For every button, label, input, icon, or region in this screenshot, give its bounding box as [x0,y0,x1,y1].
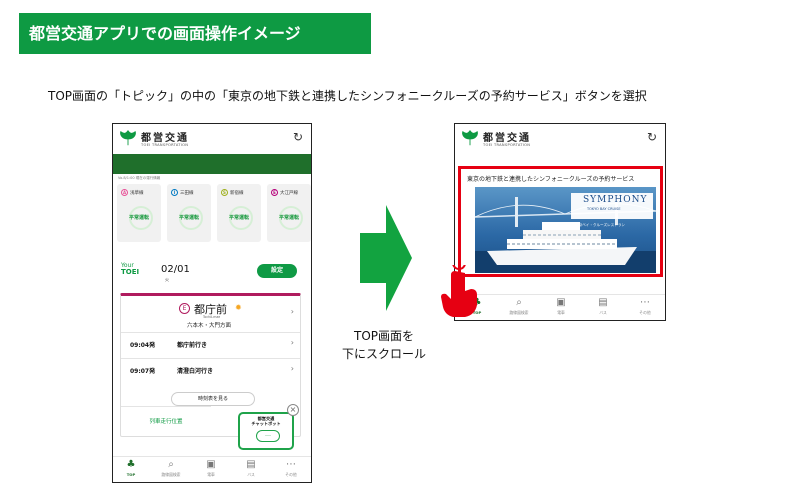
line-name: 浅草線 [130,191,144,196]
tap-hand-icon [441,265,477,317]
your-toei-label: Your TOEI [121,263,140,276]
tab-bus[interactable]: ▤ バス [233,459,269,478]
header-bar [113,154,311,174]
ginkgo-logo-icon [462,129,478,146]
lines-caption: Vo.8/1:00 現在の運行情報 [118,176,161,180]
tab-bar: ♣ TOP ⌕ 路線図検索 ▣ 電車 ▤ バス ⋯ その他 [113,456,311,482]
search-icon: ⌕ [168,459,174,470]
train-location-button[interactable]: 列車走行位置 [121,406,211,436]
tab-more[interactable]: ⋯ その他 [273,459,309,478]
chatbot-widget[interactable]: 都営交通 チャットボット … [238,412,294,450]
instruction-text: TOP画面の「トピック」の中の「東京の地下鉄と連携したシンフォニークルーズの予約… [48,89,647,103]
tab-label: バス [599,310,607,315]
sun-weather-icon: ✹ [235,303,242,312]
tab-label: 路線図検索 [509,310,529,315]
symphony-en-text: TOKYO BAY CRUISE [587,207,621,211]
bus-icon: ▤ [246,459,256,470]
more-icon: ⋯ [286,459,296,470]
tab-bus[interactable]: ▤ バス [585,297,621,316]
station-roman: Tochō-mae [203,315,221,319]
line-name: 新宿線 [230,191,244,196]
station-code-icon: E [179,303,190,314]
chevron-right-icon[interactable]: › [291,307,294,316]
line-status: 平常運転 [178,215,199,221]
line-name: 三田線 [180,191,194,196]
tab-label: 路線図検索 [161,472,181,477]
chatbot-title: 都営交通 チャットボット [251,416,281,426]
train-icon: ▣ [556,297,566,308]
symphony-logo: SYMPHONY TOKYO BAY CRUISE [571,193,653,219]
reload-icon[interactable]: ↻ [293,130,303,144]
line-status-tiles: A 浅草線 平常運転 I 三田線 平常運転 S 新宿線 平常運転 E 大江戸線 [117,184,311,244]
line-tile-oedo[interactable]: E 大江戸線 平常運転 [267,184,311,242]
arrow-label: TOP画面を 下にスクロール [336,327,432,363]
tab-label: バス [247,472,255,477]
tab-top[interactable]: ♣ TOP [113,459,149,477]
scroll-arrow-icon [360,205,412,311]
ginkgo-logo-icon [120,129,136,146]
tab-label: その他 [285,472,297,477]
line-tile-mita[interactable]: I 三田線 平常運転 [167,184,211,242]
line-status: 平常運転 [128,215,149,221]
tab-more[interactable]: ⋯ その他 [627,297,663,316]
line-badge-icon: S [221,189,228,196]
symphony-text: SYMPHONY [583,195,648,205]
train-icon: ▣ [206,459,216,470]
toei-text: TOEI [121,268,140,276]
ginkgo-icon: ♣ [126,459,136,470]
divider [121,332,300,333]
app-header: 都営交通 TOEI TRANSPORTATION ↻ [113,124,311,154]
topic-highlight-frame: 東京の地下鉄と連携したシンフォニークルーズの予約サービス SYMPHONY TO… [458,166,663,277]
tab-route-search[interactable]: ⌕ 路線図検索 [501,297,537,316]
tab-label: TOP [126,472,136,477]
symphony-cruise-banner-button[interactable]: SYMPHONY TOKYO BAY CRUISE 東京ベイ・クルーズレストラン [475,187,656,273]
brand-name: 都営交通 [141,133,189,144]
arrow-label-line2: 下にスクロール [341,347,426,361]
weekday-text: 火 [165,277,169,282]
more-icon: ⋯ [640,297,650,308]
tab-route-search[interactable]: ⌕ 路線図検索 [153,459,189,478]
tab-label: 電車 [557,310,565,315]
departure-destination[interactable]: 都庁前行き [177,340,207,349]
departure-time: 09:04発 [130,342,156,349]
symphony-jp-text: 東京ベイ・クルーズレストラン [575,223,626,227]
line-name: 大江戸線 [280,191,298,196]
app-header: 都営交通 TOEI TRANSPORTATION ↻ [455,124,665,154]
departure-time: 09:07発 [130,368,156,375]
arrow-label-line1: TOP画面を [353,329,414,343]
line-status: 平常運転 [278,215,299,221]
line-badge-icon: I [171,189,178,196]
line-tile-shinjuku[interactable]: S 新宿線 平常運転 [217,184,261,242]
chevron-right-icon[interactable]: › [291,364,294,373]
settings-button[interactable]: 設定 [257,264,297,278]
chat-bubble-icon: … [256,430,280,442]
line-badge-icon: A [121,189,128,196]
brand-name: 都営交通 [483,133,531,144]
direction-text: 六本木・大門方面 [187,323,232,329]
timetable-button[interactable]: 時刻表を見る [171,392,255,406]
tab-label: その他 [639,310,651,315]
phone-screen-top: 都営交通 TOEI TRANSPORTATION ↻ Vo.8/1:00 現在の… [112,123,312,483]
divider [121,358,300,359]
search-icon: ⌕ [516,297,522,308]
tab-train[interactable]: ▣ 電車 [193,459,229,478]
topic-caption: 東京の地下鉄と連携したシンフォニークルーズの予約サービス [467,176,635,183]
tab-train[interactable]: ▣ 電車 [543,297,579,316]
chevron-right-icon[interactable]: › [291,338,294,347]
brand-sub: TOEI TRANSPORTATION [141,143,189,147]
slide: 都営交通アプリでの画面操作イメージ TOP画面の「トピック」の中の「東京の地下鉄… [0,0,800,500]
departure-destination[interactable]: 清澄白河行き [177,366,213,375]
close-icon[interactable]: × [287,404,299,416]
line-badge-icon: E [271,189,278,196]
line-tile-asakusa[interactable]: A 浅草線 平常運転 [117,184,161,242]
reload-icon[interactable]: ↻ [647,130,657,144]
line-status: 平常運転 [228,215,249,221]
tab-label: 電車 [207,472,215,477]
brand-sub: TOEI TRANSPORTATION [483,143,531,147]
bus-icon: ▤ [598,297,608,308]
slide-title: 都営交通アプリでの画面操作イメージ [19,13,371,54]
date-text: 02/01 [161,264,190,275]
